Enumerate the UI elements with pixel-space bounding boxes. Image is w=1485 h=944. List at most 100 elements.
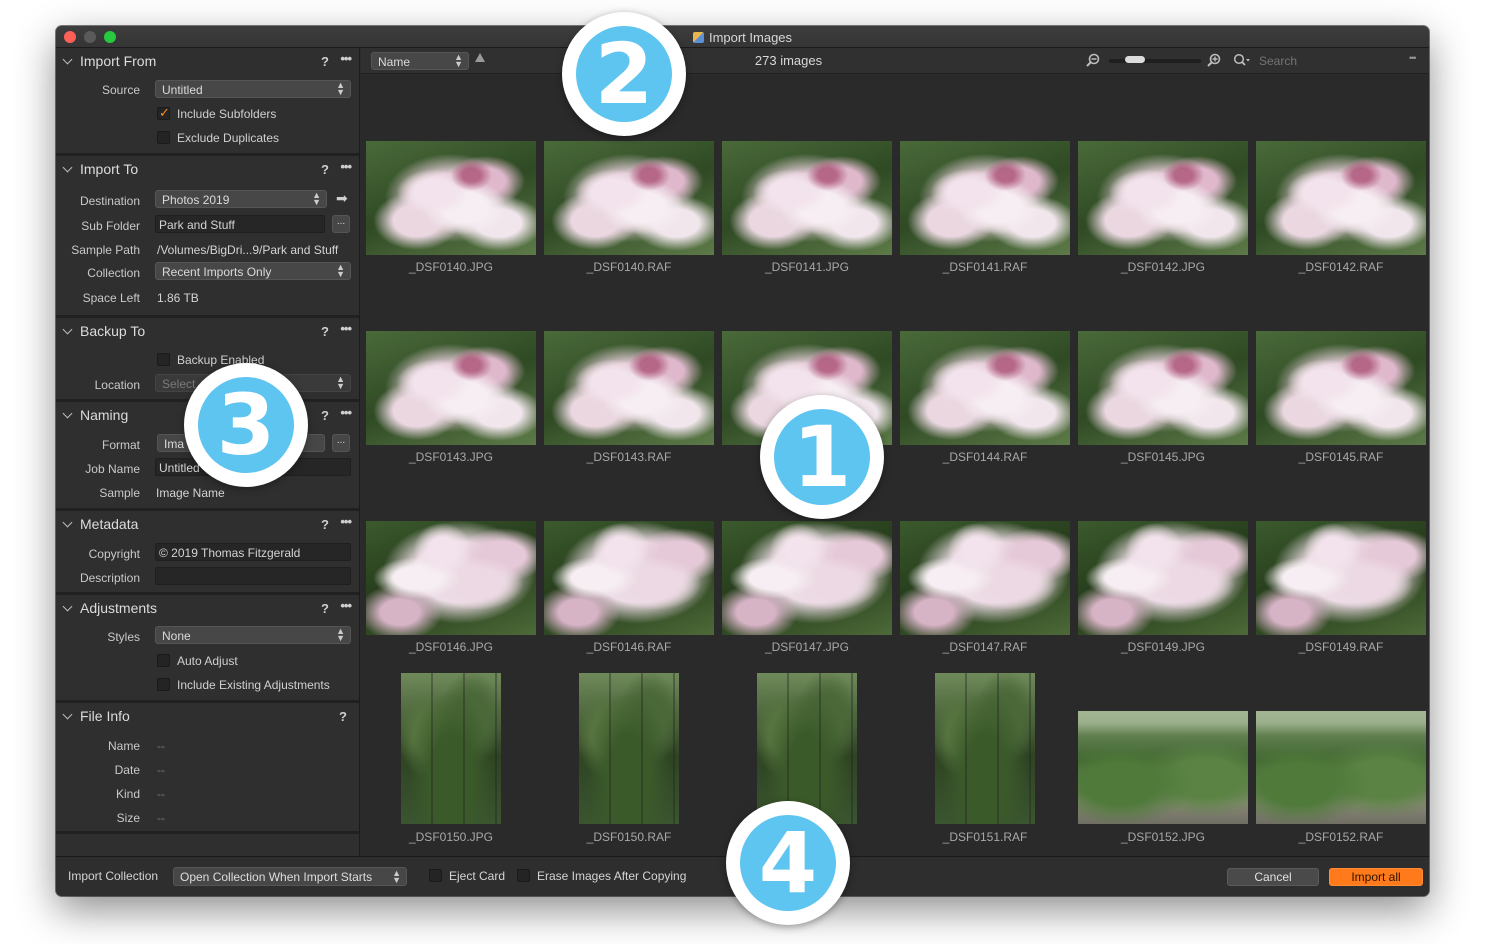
thumbnail-cell[interactable]: _DSF0140.JPG: [365, 103, 537, 293]
thumbnail-image[interactable]: [722, 521, 892, 635]
thumbnail-cell[interactable]: _DSF0147.RAF: [899, 483, 1071, 673]
zoom-out-icon[interactable]: [1086, 53, 1100, 67]
zoom-slider-track[interactable]: [1109, 59, 1201, 63]
help-icon[interactable]: ?: [321, 162, 329, 177]
import-collection-popup[interactable]: Open Collection When Import Starts ▲ ▼: [173, 867, 407, 886]
auto-adjust-checkbox[interactable]: [157, 654, 170, 667]
import-collection-label: Import Collection: [68, 869, 159, 883]
copyright-field[interactable]: © 2019 Thomas Fitzgerald: [155, 543, 351, 561]
format-edit-button[interactable]: ...: [332, 434, 350, 452]
chevron-down-icon: [62, 324, 73, 335]
help-icon[interactable]: ?: [321, 408, 329, 423]
thumbnail-cell[interactable]: _DSF0146.RAF: [543, 483, 715, 673]
thumbnail-filename: _DSF0152.RAF: [1298, 830, 1384, 844]
search-input[interactable]: [1255, 52, 1425, 70]
zoom-in-icon[interactable]: [1207, 53, 1221, 67]
thumbnail-cell[interactable]: _DSF0143.JPG: [365, 293, 537, 483]
file-date-value: --: [157, 763, 165, 777]
thumbnail-image[interactable]: [1256, 331, 1426, 445]
thumbnail-cell[interactable]: _DSF0141.RAF: [899, 103, 1071, 293]
thumbnail-image[interactable]: [544, 331, 714, 445]
thumbnail-cell[interactable]: _DSF0151.RAF: [899, 673, 1071, 863]
thumbnail-image[interactable]: [366, 331, 536, 445]
thumbnail-image[interactable]: [1256, 521, 1426, 635]
app-icon: [692, 32, 704, 43]
thumbnail-image[interactable]: [401, 673, 501, 824]
exclude-duplicates-checkbox[interactable]: [157, 131, 170, 144]
thumbnail-cell[interactable]: _DSF0146.JPG: [365, 483, 537, 673]
cancel-button[interactable]: Cancel: [1227, 868, 1319, 886]
eject-card-checkbox[interactable]: [429, 869, 442, 882]
thumbnail-image[interactable]: [1078, 331, 1248, 445]
thumbnail-cell[interactable]: _DSF0143.RAF: [543, 293, 715, 483]
thumbnail-image[interactable]: [722, 141, 892, 255]
subfolder-browse-button[interactable]: ...: [332, 215, 350, 233]
thumbnail-cell[interactable]: _DSF0149.RAF: [1255, 483, 1427, 673]
thumbnail-image[interactable]: [900, 521, 1070, 635]
help-icon[interactable]: ?: [321, 517, 329, 532]
thumbnail-image[interactable]: [579, 673, 679, 824]
help-icon[interactable]: ?: [321, 601, 329, 616]
more-options-icon[interactable]: •••: [340, 598, 352, 613]
thumbnail-cell[interactable]: _DSF0150.JPG: [365, 673, 537, 863]
thumbnail-cell[interactable]: _DSF0150.RAF: [543, 673, 715, 863]
thumbnail-cell[interactable]: _DSF0145.RAF: [1255, 293, 1427, 483]
styles-label: Styles: [107, 630, 140, 644]
include-existing-checkbox[interactable]: [157, 678, 170, 691]
adjustments-header[interactable]: Adjustments ? •••: [56, 595, 359, 621]
thumbnail-cell[interactable]: _DSF0152.RAF: [1255, 673, 1427, 863]
thumbnail-cell[interactable]: _DSF0149.JPG: [1077, 483, 1249, 673]
more-options-icon[interactable]: •••: [340, 159, 352, 174]
sample-label: Sample: [99, 486, 140, 500]
destination-popup[interactable]: Photos 2019 ▲ ▼: [155, 190, 327, 208]
thumbnail-image[interactable]: [1078, 521, 1248, 635]
metadata-header[interactable]: Metadata ? •••: [56, 511, 359, 537]
thumbnail-image[interactable]: [1078, 141, 1248, 255]
help-icon[interactable]: ?: [321, 324, 329, 339]
thumbnail-image[interactable]: [900, 331, 1070, 445]
include-subfolders-checkbox[interactable]: [157, 105, 170, 121]
backup-to-header[interactable]: Backup To ? •••: [56, 318, 359, 344]
help-icon[interactable]: ?: [339, 709, 347, 724]
description-field[interactable]: [155, 567, 351, 585]
more-options-icon[interactable]: •••: [340, 51, 352, 66]
file-info-header[interactable]: File Info ?: [56, 703, 359, 729]
subfolder-field[interactable]: Park and Stuff: [155, 215, 325, 233]
thumbnail-image[interactable]: [1256, 141, 1426, 255]
search-icon[interactable]: [1233, 53, 1251, 67]
updown-arrows-icon: ▲ ▼: [336, 80, 345, 97]
thumbnail-cell[interactable]: _DSF0145.JPG: [1077, 293, 1249, 483]
thumbnail-image[interactable]: [1078, 711, 1248, 824]
backup-enabled-checkbox[interactable]: [157, 353, 170, 366]
source-popup[interactable]: Untitled ▲ ▼: [155, 80, 351, 98]
thumbnail-image[interactable]: [366, 141, 536, 255]
import-to-header[interactable]: Import To ? •••: [56, 156, 359, 182]
source-label: Source: [101, 83, 140, 97]
import-all-button[interactable]: Import all: [1329, 868, 1423, 886]
thumbnail-cell[interactable]: _DSF0142.RAF: [1255, 103, 1427, 293]
more-options-icon[interactable]: •••: [340, 321, 352, 336]
styles-popup[interactable]: None ▲ ▼: [155, 626, 351, 644]
thumbnail-cell[interactable]: _DSF0152.JPG: [1077, 673, 1249, 863]
erase-images-checkbox[interactable]: [517, 869, 530, 882]
section-title: Import To: [80, 161, 139, 177]
thumbnail-image[interactable]: [544, 141, 714, 255]
reveal-arrow-icon[interactable]: ➡: [336, 190, 348, 207]
thumbnail-image[interactable]: [757, 673, 857, 824]
thumbnail-cell[interactable]: _DSF0142.JPG: [1077, 103, 1249, 293]
collection-popup[interactable]: Recent Imports Only ▲ ▼: [155, 262, 351, 280]
search-options-icon[interactable]: •••: [1409, 53, 1417, 63]
thumbnail-image[interactable]: [544, 521, 714, 635]
help-icon[interactable]: ?: [321, 54, 329, 69]
thumbnail-image[interactable]: [366, 521, 536, 635]
thumbnail-image[interactable]: [935, 673, 1035, 824]
more-options-icon[interactable]: •••: [340, 514, 352, 529]
thumbnail-cell[interactable]: _DSF0141.JPG: [721, 103, 893, 293]
thumbnail-image[interactable]: [900, 141, 1070, 255]
thumbnail-image[interactable]: [1256, 711, 1426, 824]
zoom-slider-knob[interactable]: [1125, 56, 1145, 63]
styles-value: None: [162, 629, 191, 643]
more-options-icon[interactable]: •••: [340, 405, 352, 420]
import-from-header[interactable]: Import From ? •••: [56, 48, 359, 74]
thumbnail-cell[interactable]: _DSF0144.RAF: [899, 293, 1071, 483]
